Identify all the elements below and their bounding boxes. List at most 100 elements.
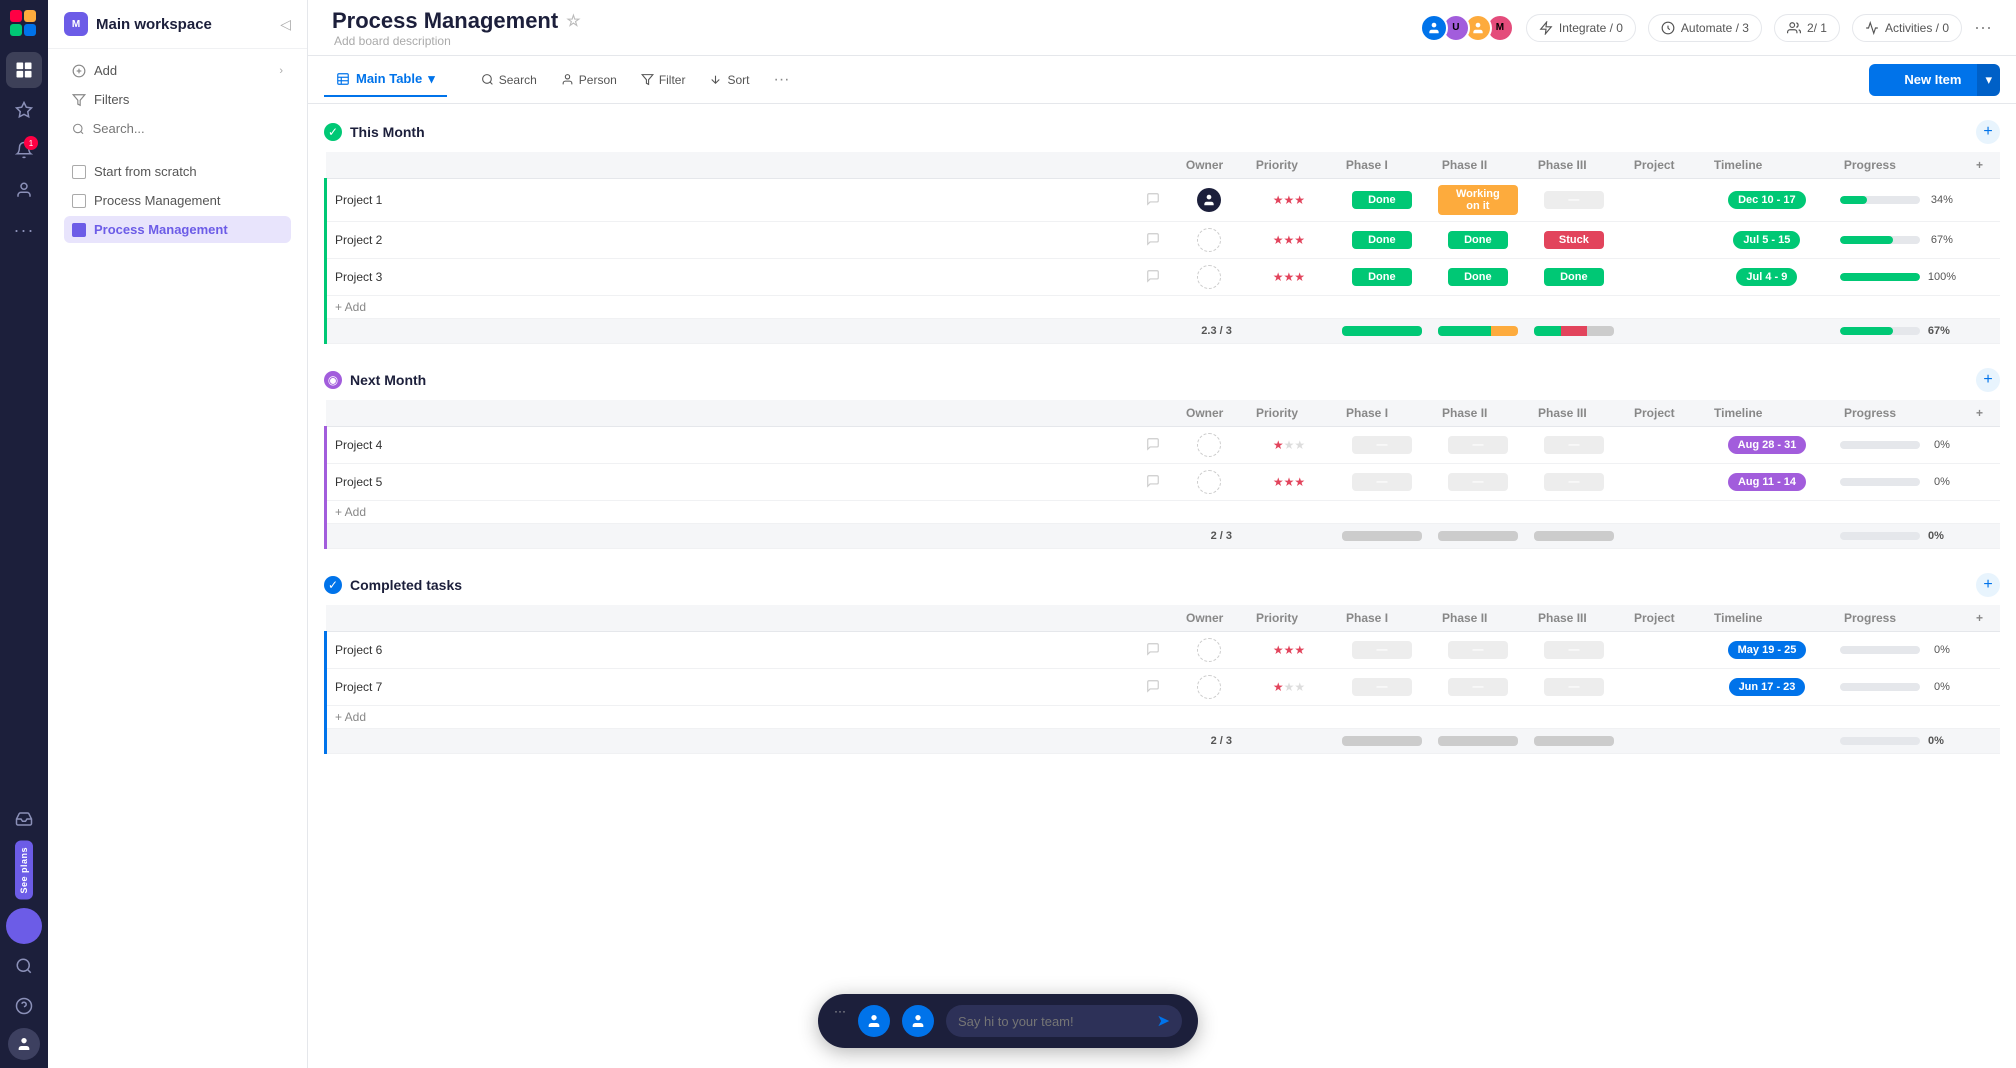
- filter-button[interactable]: Filter: [631, 67, 696, 93]
- table-row[interactable]: Project 3 ★★★ Done Done Done Jul 4 - 9 1…: [326, 259, 2001, 296]
- activities-button[interactable]: Activities / 0: [1852, 14, 1962, 42]
- row-phase1[interactable]: —: [1334, 427, 1430, 464]
- person-button[interactable]: Person: [551, 67, 627, 93]
- col-header-add[interactable]: +: [1964, 400, 2000, 427]
- row-phase3[interactable]: —: [1526, 669, 1622, 706]
- automate-button[interactable]: Automate / 3: [1648, 14, 1762, 42]
- new-item-caret-button[interactable]: ▾: [1977, 64, 2000, 96]
- avatar-1[interactable]: [1420, 14, 1448, 42]
- star-icon[interactable]: ☆: [566, 11, 580, 31]
- row-comment[interactable]: [1138, 222, 1174, 259]
- col-header-phase2: Phase II: [1430, 152, 1526, 179]
- table-row[interactable]: Project 7 ★★★ — — — Jun 17 - 23 0%: [326, 669, 2001, 706]
- row-phase2[interactable]: Working on it: [1430, 179, 1526, 222]
- add-item-completed-tasks-button[interactable]: +: [1976, 573, 2000, 597]
- summary-row: 2.3 / 3 67%: [326, 319, 2001, 344]
- row-owner[interactable]: [1174, 632, 1244, 669]
- row-comment[interactable]: [1138, 632, 1174, 669]
- add-row[interactable]: + Add: [326, 501, 2001, 524]
- search-button[interactable]: Search: [471, 67, 547, 93]
- row-owner[interactable]: [1174, 669, 1244, 706]
- row-priority: ★★★: [1244, 259, 1334, 296]
- app-logo[interactable]: [8, 8, 40, 40]
- row-comment[interactable]: [1138, 464, 1174, 501]
- nav-search-icon[interactable]: [6, 948, 42, 984]
- nav-notifications-icon[interactable]: 1: [6, 132, 42, 168]
- sidebar-item-process-management-1[interactable]: Process Management: [64, 187, 291, 214]
- row-phase2[interactable]: Done: [1430, 222, 1526, 259]
- table-row[interactable]: Project 6 ★★★ — — — May 19 - 25 0%: [326, 632, 2001, 669]
- row-comment[interactable]: [1138, 259, 1174, 296]
- chat-more-icon[interactable]: ···: [834, 1004, 846, 1018]
- col-header-add[interactable]: +: [1964, 605, 2000, 632]
- row-comment[interactable]: [1138, 669, 1174, 706]
- add-item-next-month-button[interactable]: +: [1976, 368, 2000, 392]
- search-sidebar-button[interactable]: [64, 115, 291, 142]
- new-item-button[interactable]: New Item: [1869, 64, 1977, 96]
- row-owner[interactable]: [1174, 427, 1244, 464]
- table-row[interactable]: Project 1 ★★★ Done Working on it — Dec 1…: [326, 179, 2001, 222]
- row-phase3[interactable]: —: [1526, 632, 1622, 669]
- nav-home-icon[interactable]: [6, 52, 42, 88]
- col-header-add[interactable]: +: [1964, 152, 2000, 179]
- sort-button[interactable]: Sort: [699, 67, 759, 93]
- row-phase3[interactable]: Stuck: [1526, 222, 1622, 259]
- table-row[interactable]: Project 5 ★★★ — — — Aug 11 - 14 0%: [326, 464, 2001, 501]
- chat-input[interactable]: [958, 1014, 1149, 1029]
- row-phase3[interactable]: —: [1526, 464, 1622, 501]
- row-comment[interactable]: [1138, 427, 1174, 464]
- main-table-tab[interactable]: Main Table ▾: [324, 63, 447, 97]
- row-comment[interactable]: [1138, 179, 1174, 222]
- add-row[interactable]: + Add: [326, 296, 2001, 319]
- board-description[interactable]: Add board description: [334, 34, 581, 48]
- sidebar-item-process-management-2[interactable]: Process Management: [64, 216, 291, 243]
- row-phase1[interactable]: Done: [1334, 259, 1430, 296]
- col-header-progress: Progress: [1832, 152, 1964, 179]
- nav-more-icon[interactable]: ···: [6, 212, 42, 248]
- collapse-sidebar-button[interactable]: ◁: [280, 16, 291, 33]
- user-avatar[interactable]: [8, 1028, 40, 1060]
- invite-button[interactable]: 2/ 1: [1774, 14, 1840, 42]
- row-name: Project 7: [326, 669, 1139, 706]
- row-phase1[interactable]: —: [1334, 464, 1430, 501]
- board-title: Process Management ☆: [332, 8, 581, 34]
- sidebar-item-start-from-scratch[interactable]: Start from scratch: [64, 158, 291, 185]
- row-phase2[interactable]: —: [1430, 632, 1526, 669]
- row-phase2[interactable]: —: [1430, 669, 1526, 706]
- toolbar-more-button[interactable]: ···: [764, 65, 800, 95]
- row-phase2[interactable]: —: [1430, 427, 1526, 464]
- see-plans-button[interactable]: See plans: [15, 841, 33, 900]
- chat-send-button[interactable]: ➤: [1157, 1011, 1170, 1031]
- table-row[interactable]: Project 2 ★★★ Done Done Stuck Jul 5 - 15…: [326, 222, 2001, 259]
- row-owner[interactable]: [1174, 179, 1244, 222]
- add-row[interactable]: + Add: [326, 706, 2001, 729]
- row-phase1[interactable]: Done: [1334, 179, 1430, 222]
- table-row[interactable]: Project 4 ★★★ — — — Aug 28 - 31 0%: [326, 427, 2001, 464]
- nav-help-icon[interactable]: [6, 988, 42, 1024]
- row-owner[interactable]: [1174, 464, 1244, 501]
- nav-profile-icon[interactable]: [6, 172, 42, 208]
- row-owner[interactable]: [1174, 222, 1244, 259]
- row-phase3[interactable]: —: [1526, 179, 1622, 222]
- more-options-button[interactable]: ···: [1974, 17, 1992, 38]
- filters-button[interactable]: Filters: [64, 86, 291, 113]
- nav-favorites-icon[interactable]: [6, 92, 42, 128]
- row-phase3[interactable]: —: [1526, 427, 1622, 464]
- nav-item-icon: [72, 194, 86, 208]
- row-phase1[interactable]: —: [1334, 669, 1430, 706]
- nav-inbox-icon[interactable]: [6, 801, 42, 837]
- workspace-name[interactable]: M Main workspace: [64, 12, 212, 36]
- row-phase1[interactable]: Done: [1334, 222, 1430, 259]
- row-phase2[interactable]: —: [1430, 464, 1526, 501]
- row-phase1[interactable]: —: [1334, 632, 1430, 669]
- row-owner[interactable]: [1174, 259, 1244, 296]
- chat-input-wrap[interactable]: ➤: [946, 1005, 1182, 1037]
- row-phase3[interactable]: Done: [1526, 259, 1622, 296]
- search-input[interactable]: [93, 121, 283, 136]
- summary-row: 2 / 3 0%: [326, 524, 2001, 549]
- integrate-button[interactable]: Integrate / 0: [1526, 14, 1636, 42]
- add-item-this-month-button[interactable]: +: [1976, 120, 2000, 144]
- add-button[interactable]: Add ›: [64, 57, 291, 84]
- row-phase2[interactable]: Done: [1430, 259, 1526, 296]
- add-quick-btn[interactable]: [6, 908, 42, 944]
